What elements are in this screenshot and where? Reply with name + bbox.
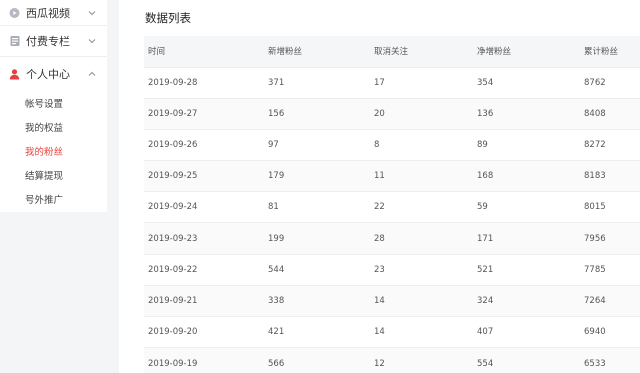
- cell-date: 2019-09-28: [144, 66, 268, 99]
- column-header-unfollows: 取消关注: [374, 47, 409, 58]
- cell-net-fans: 521: [477, 253, 584, 286]
- table-row: 2019-09-20 421 14 407 6940: [144, 315, 640, 348]
- cell-total-fans: 7264: [584, 284, 640, 317]
- user-icon: [9, 69, 20, 80]
- cell-new-fans: 421: [268, 315, 374, 348]
- cell-total-fans: 7785: [584, 253, 640, 286]
- cell-total-fans: 6533: [584, 347, 640, 373]
- table-row: 2019-09-21 338 14 324 7264: [144, 284, 640, 317]
- cell-date: 2019-09-24: [144, 191, 268, 223]
- cell-net-fans: 407: [477, 315, 584, 348]
- cell-unfollows: 28: [374, 222, 477, 255]
- cell-date: 2019-09-20: [144, 315, 268, 348]
- cell-total-fans: 8015: [584, 191, 640, 223]
- cell-net-fans: 89: [477, 128, 584, 161]
- cell-new-fans: 97: [268, 128, 374, 161]
- cell-total-fans: 7956: [584, 222, 640, 255]
- column-header-net-fans: 净增粉丝: [477, 47, 512, 58]
- sidebar: 西瓜视频 付费专栏 个人中心 帐号设置 我的权益 我的粉丝 结算提现 号外推广: [0, 0, 107, 212]
- chevron-down-icon: [88, 10, 96, 15]
- column-header-new-fans: 新增粉丝: [268, 47, 303, 58]
- table-row: 2019-09-26 97 8 89 8272: [144, 128, 640, 161]
- cell-unfollows: 14: [374, 315, 477, 348]
- cell-new-fans: 544: [268, 253, 374, 286]
- cell-new-fans: 179: [268, 160, 374, 192]
- table-row: 2019-09-25 179 11 168 8183: [144, 160, 640, 192]
- cell-unfollows: 8: [374, 128, 477, 161]
- sidebar-item-account-settings[interactable]: 帐号设置: [0, 91, 107, 115]
- cell-unfollows: 12: [374, 347, 477, 373]
- column-header-date: 时间: [148, 47, 166, 58]
- column-header-total-fans: 累计粉丝: [584, 47, 619, 58]
- cell-unfollows: 11: [374, 160, 477, 192]
- cell-date: 2019-09-19: [144, 347, 268, 373]
- cell-date: 2019-09-22: [144, 253, 268, 286]
- table-row: 2019-09-19 566 12 554 6533: [144, 347, 640, 373]
- cell-unfollows: 14: [374, 284, 477, 317]
- cell-new-fans: 566: [268, 347, 374, 373]
- sidebar-item-settlement[interactable]: 结算提现: [0, 163, 107, 187]
- cell-date: 2019-09-27: [144, 97, 268, 130]
- chevron-up-icon: [88, 71, 96, 76]
- cell-new-fans: 338: [268, 284, 374, 317]
- cell-date: 2019-09-26: [144, 128, 268, 161]
- sidebar-group-label: 付费专栏: [26, 35, 70, 48]
- sidebar-group-label: 西瓜视频: [26, 6, 70, 20]
- cell-net-fans: 324: [477, 284, 584, 317]
- table-row: 2019-09-23 199 28 171 7956: [144, 222, 640, 255]
- sidebar-item-promotion[interactable]: 号外推广: [0, 187, 107, 211]
- cell-date: 2019-09-25: [144, 160, 268, 192]
- cell-unfollows: 22: [374, 191, 477, 223]
- cell-net-fans: 59: [477, 191, 584, 223]
- sidebar-group-paid-column[interactable]: 付费专栏: [0, 26, 107, 56]
- cell-new-fans: 81: [268, 191, 374, 223]
- cell-net-fans: 171: [477, 222, 584, 255]
- cell-new-fans: 156: [268, 97, 374, 130]
- page-title: 数据列表: [145, 11, 191, 25]
- cell-unfollows: 17: [374, 66, 477, 99]
- chevron-down-icon: [88, 39, 96, 44]
- sidebar-group-personal-center[interactable]: 个人中心: [0, 57, 107, 91]
- cell-date: 2019-09-21: [144, 284, 268, 317]
- sidebar-item-my-fans[interactable]: 我的粉丝: [0, 139, 107, 163]
- table-row: 2019-09-24 81 22 59 8015: [144, 191, 640, 223]
- watermelon-video-icon: [9, 7, 20, 18]
- sidebar-group-label: 个人中心: [26, 68, 70, 81]
- cell-unfollows: 23: [374, 253, 477, 286]
- cell-net-fans: 554: [477, 347, 584, 373]
- cell-total-fans: 6940: [584, 315, 640, 348]
- cell-net-fans: 136: [477, 97, 584, 130]
- cell-total-fans: 8762: [584, 66, 640, 99]
- sidebar-group-xigua-video[interactable]: 西瓜视频: [0, 0, 107, 25]
- document-icon: [9, 36, 20, 47]
- cell-total-fans: 8272: [584, 128, 640, 161]
- table-row: 2019-09-27 156 20 136 8408: [144, 97, 640, 130]
- table-row: 2019-09-22 544 23 521 7785: [144, 253, 640, 286]
- table-row: 2019-09-28 371 17 354 8762: [144, 66, 640, 99]
- fans-data-table: 时间 新增粉丝 取消关注 净增粉丝 累计粉丝 2019-09-28 371 17 35…: [144, 36, 640, 373]
- cell-new-fans: 371: [268, 66, 374, 99]
- cell-total-fans: 8183: [584, 160, 640, 192]
- cell-net-fans: 354: [477, 66, 584, 99]
- sidebar-item-my-benefits[interactable]: 我的权益: [0, 115, 107, 139]
- cell-new-fans: 199: [268, 222, 374, 255]
- table-header-row: 时间 新增粉丝 取消关注 净增粉丝 累计粉丝: [144, 36, 640, 67]
- cell-unfollows: 20: [374, 97, 477, 130]
- cell-net-fans: 168: [477, 160, 584, 192]
- cell-total-fans: 8408: [584, 97, 640, 130]
- cell-date: 2019-09-23: [144, 222, 268, 255]
- main-panel: 数据列表 时间 新增粉丝 取消关注 净增粉丝 累计粉丝 2019-09-28 37…: [119, 0, 640, 373]
